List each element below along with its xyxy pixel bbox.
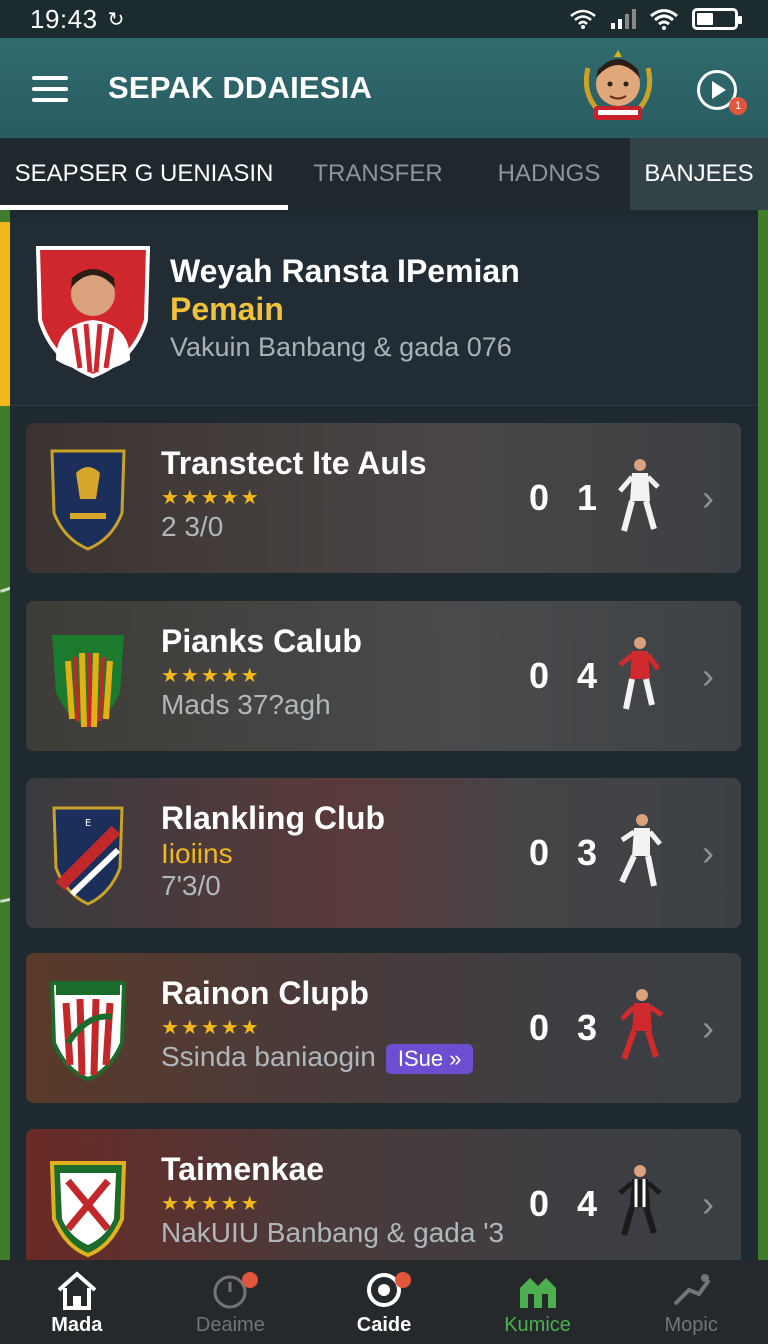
score-right: 3 (577, 1007, 598, 1048)
club-name: Rainon Clupb (161, 975, 369, 1011)
chevron-right-icon[interactable]: › (702, 1183, 714, 1225)
nav-label: Caide (356, 1314, 412, 1336)
club-subtitle-2: 7'3/0 (161, 870, 221, 901)
player-avatar-crest (35, 246, 151, 379)
club-crest-icon (49, 981, 127, 1082)
club-subtitle: 2 3/0 (161, 511, 224, 542)
app-header: SEPAK DDAIESIA 1 (0, 38, 768, 138)
club-name: Taimenkae (161, 1151, 325, 1187)
club-subtitle: Mads 37?agh (161, 689, 331, 720)
issue-badge[interactable]: ISue » (385, 1043, 474, 1074)
club-subtitle: Ssinda baniaogin (161, 1041, 376, 1072)
notification-badge: 1 (729, 97, 747, 115)
score-left: 0 (529, 1007, 550, 1048)
battery-icon (692, 8, 742, 30)
menu-icon[interactable] (32, 76, 68, 102)
tab-bar: SEAPSER G UENIASIN TRANSFER HADNGS BANJE… (0, 138, 768, 210)
status-bar: 19:43 ↻ (0, 0, 768, 38)
status-time: 19:43 (30, 3, 98, 34)
club-card[interactable]: Transtect Ite Auls ★★★★★ 2 3/0 0 1 › (26, 423, 741, 573)
nav-label: Deaime (195, 1314, 265, 1336)
score-left: 0 (529, 832, 550, 873)
sync-icon: ↻ (107, 8, 125, 31)
chevron-right-icon[interactable]: › (702, 655, 714, 697)
tab-transfer[interactable]: TRANSFER (288, 138, 468, 210)
player-figure-icon (620, 989, 664, 1061)
tab-hadngs[interactable]: HADNGS (468, 138, 630, 210)
nav-item-caide[interactable]: Caide (307, 1260, 461, 1344)
club-name: Pianks Calub (161, 623, 362, 659)
kick-icon (673, 1274, 711, 1306)
score-left: 0 (529, 477, 550, 518)
bottom-nav: Mada Deaime Caide Kumice Mopic (0, 1260, 768, 1344)
player-figure-icon (618, 459, 660, 532)
score-left: 0 (529, 1183, 550, 1224)
nav-item-mada[interactable]: Mada (0, 1260, 154, 1344)
player-figure-icon (618, 637, 661, 710)
profile-role: Pemain (170, 291, 284, 327)
profile-subtitle: Vakuin Banbang & gada 076 (170, 332, 512, 362)
rating-stars: ★★★★★ (161, 1193, 261, 1215)
nav-label: Kumice (504, 1314, 571, 1336)
chevron-right-icon[interactable]: › (702, 477, 714, 519)
profile-highlight-stripe (0, 222, 10, 406)
club-name: Rlankling Club (161, 800, 385, 836)
nav-item-kumice[interactable]: Kumice (461, 1260, 615, 1344)
status-icons (570, 8, 742, 30)
wifi-icon-2 (650, 9, 678, 30)
player-figure-icon (619, 814, 662, 887)
score-right: 4 (577, 655, 598, 696)
player-figure-icon (618, 1165, 662, 1236)
wifi-icon (570, 9, 596, 29)
club-card[interactable]: Rainon Clupb ★★★★★ Ssinda baniaogin ISue … (26, 953, 741, 1103)
stadium-icon (519, 1278, 556, 1308)
club-subtitle: NakUIU Banbang & gada '3 (161, 1217, 505, 1248)
club-card[interactable]: Taimenkae ★★★★★ NakUIU Banbang & gada '3… (26, 1129, 741, 1260)
club-crest-icon (49, 1161, 127, 1258)
club-subtitle: Iioiins (161, 838, 233, 869)
rating-stars: ★★★★★ (161, 665, 261, 687)
play-icon (712, 81, 726, 99)
app-title: SEPAK DDAIESIA (108, 70, 373, 105)
club-crest-icon (52, 635, 124, 728)
rating-stars: ★★★★★ (161, 487, 261, 509)
tab-seapser[interactable]: SEAPSER G UENIASIN (0, 138, 288, 210)
score-left: 0 (529, 655, 550, 696)
rating-stars: ★★★★★ (161, 1017, 261, 1039)
club-name: Transtect Ite Auls (161, 445, 427, 481)
profile-name: Weyah Ransta IPemian (170, 253, 520, 289)
nav-item-mopic[interactable]: Mopic (614, 1260, 768, 1344)
home-icon (57, 1271, 97, 1310)
score-right: 3 (577, 832, 598, 873)
club-card[interactable]: Pianks Calub ★★★★★ Mads 37?agh 0 4 › (26, 601, 741, 751)
notification-dot (395, 1272, 412, 1288)
club-card[interactable]: E Rlankling Club Iioiins 7'3/0 0 3 › (26, 778, 741, 928)
score-right: 4 (577, 1183, 598, 1224)
notification-dot (241, 1272, 258, 1288)
tab-banjees[interactable]: BANJEES (630, 138, 768, 210)
club-crest-icon: E (52, 806, 124, 906)
nav-item-deaime[interactable]: Deaime (154, 1260, 308, 1344)
team-mascot-logo[interactable] (580, 48, 656, 128)
club-subtitle-row: Ssinda baniaogin ISue » (161, 1041, 474, 1074)
score-right: 1 (577, 477, 598, 518)
nav-label: Mopic (664, 1314, 718, 1336)
club-crest-icon (50, 449, 126, 551)
nav-label: Mada (51, 1314, 103, 1336)
chevron-right-icon[interactable]: › (702, 1007, 714, 1049)
chevron-right-icon[interactable]: › (702, 832, 714, 874)
signal-icon (611, 9, 636, 29)
svg-text:E: E (85, 818, 91, 829)
